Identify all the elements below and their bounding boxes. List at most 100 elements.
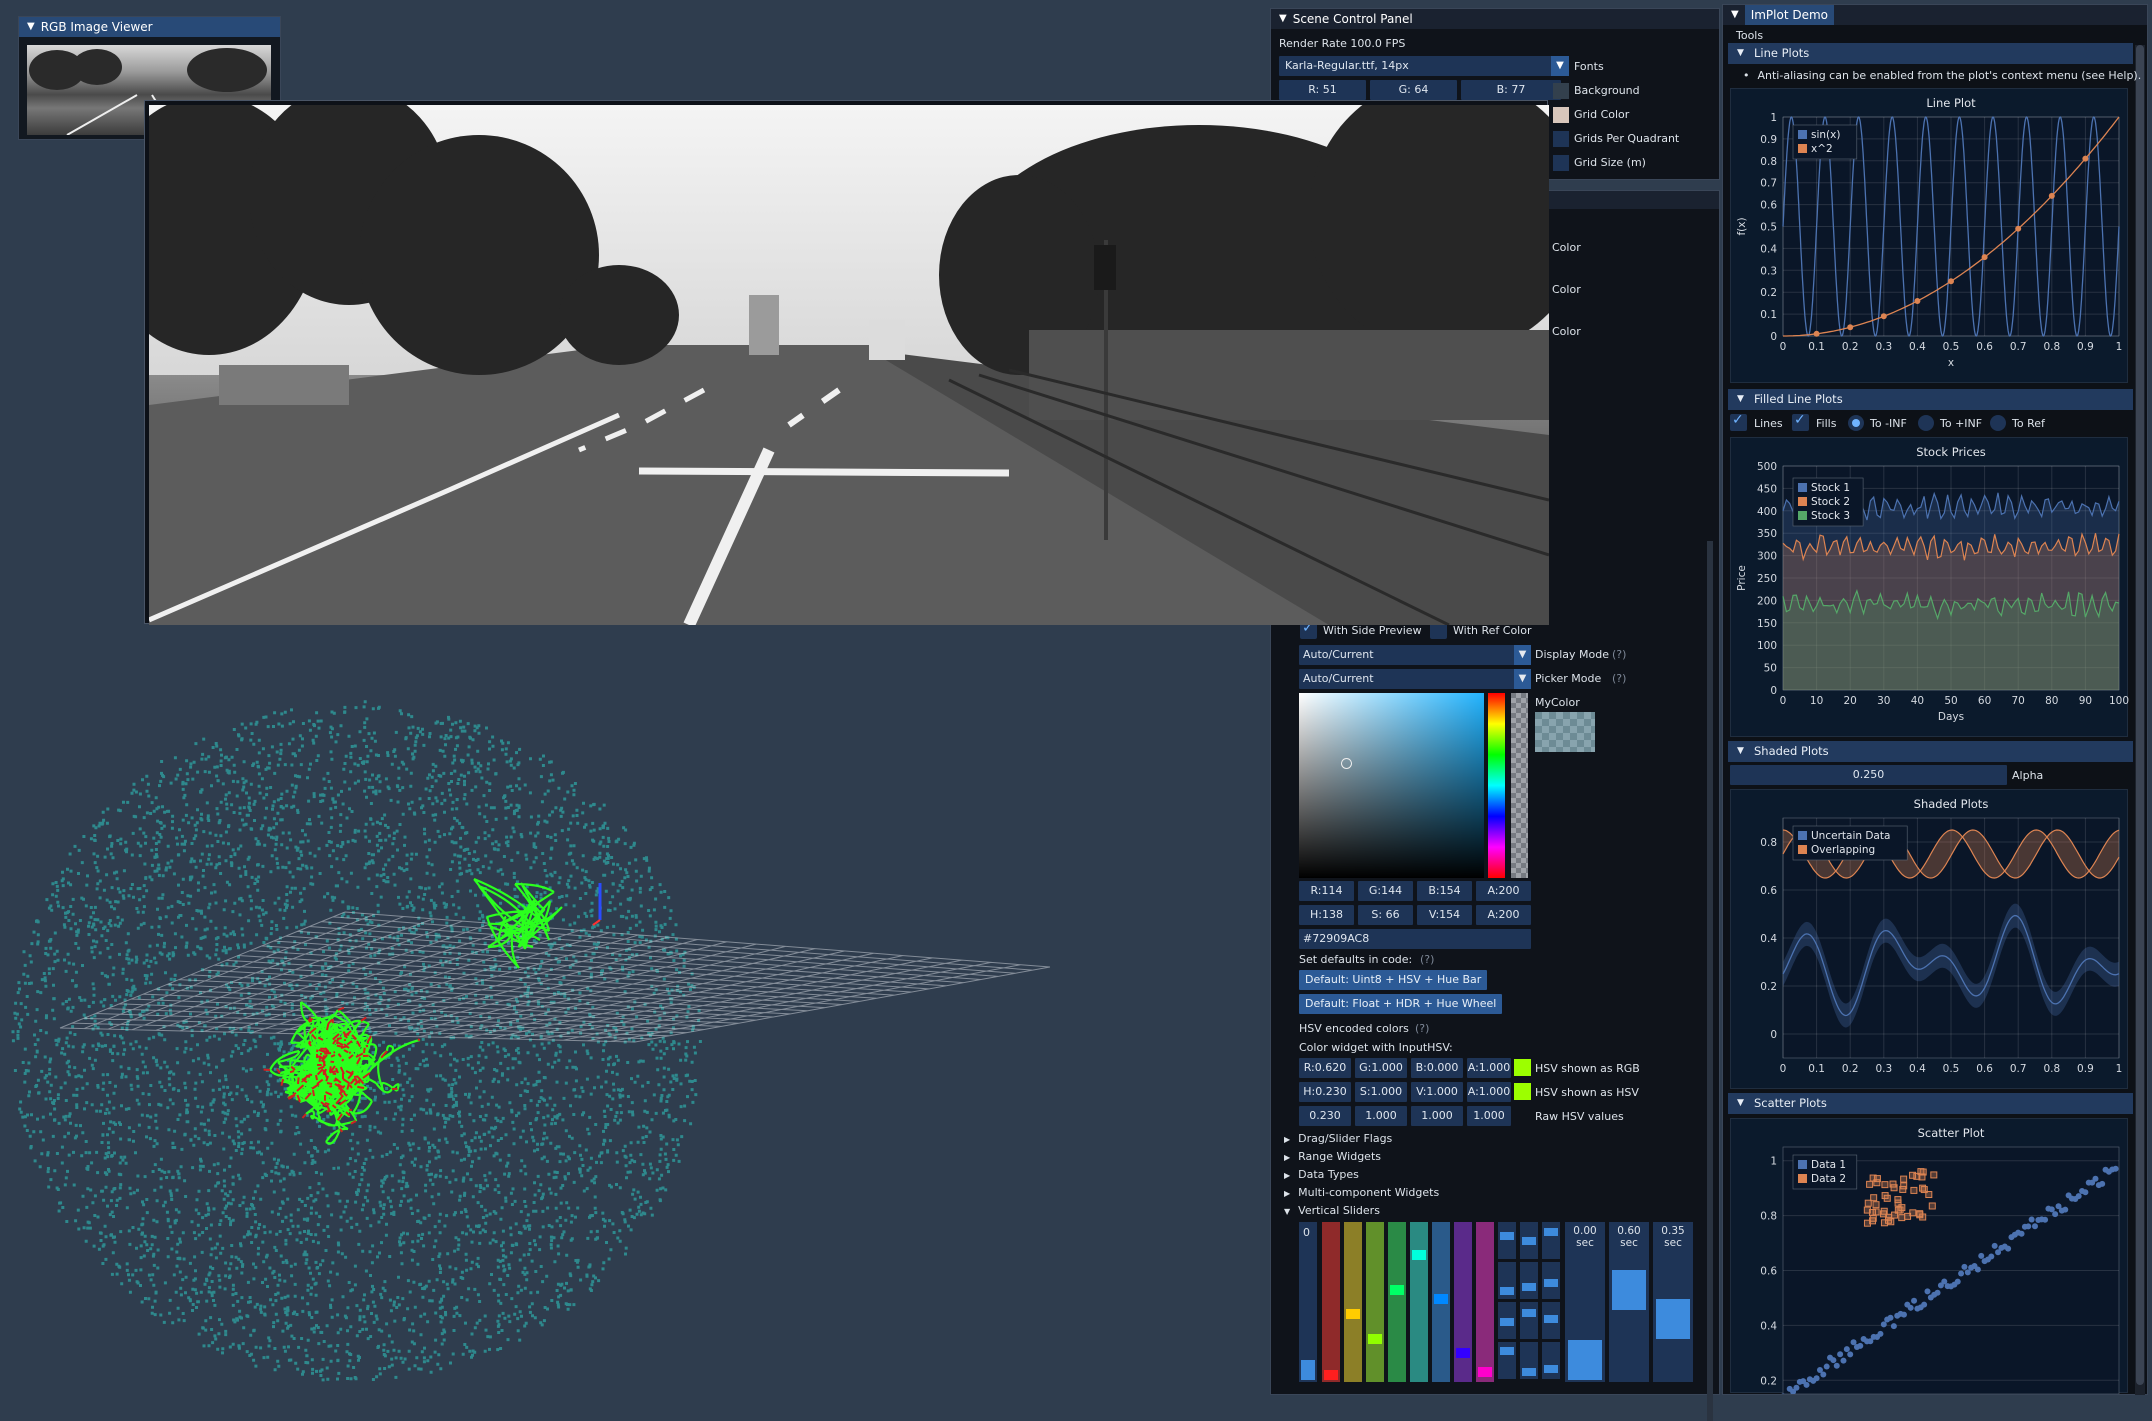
hsv-hsv-v[interactable]: V:1.000: [1411, 1082, 1463, 1102]
vslider-grab[interactable]: [1346, 1308, 1360, 1319]
collapse-icon[interactable]: ▼: [27, 17, 35, 37]
scatter-plot-frame[interactable]: Scatter Plot 0.2 0.4 0.6 0.8 1 Data 1 Data 2: [1730, 1118, 2129, 1401]
scrollbar[interactable]: [2135, 45, 2145, 1395]
chevron-down-icon[interactable]: ▼: [1551, 56, 1569, 76]
lines-checkbox[interactable]: [1730, 412, 1747, 431]
raw-s[interactable]: 1.000: [1355, 1106, 1407, 1126]
help-marker[interactable]: (?): [1612, 648, 1626, 661]
vslider-grab[interactable]: [1544, 1279, 1558, 1287]
vslider-grab[interactable]: [1522, 1309, 1536, 1317]
hsv-rgb-swatch[interactable]: [1514, 1059, 1531, 1076]
small-vslider[interactable]: [1520, 1302, 1538, 1339]
collapse-icon[interactable]: ▼: [1279, 9, 1287, 29]
hsv-hsv-h[interactable]: H:0.230: [1299, 1082, 1351, 1102]
bg-blue-field[interactable]: B: 77: [1461, 80, 1561, 100]
raw-h[interactable]: 0.230: [1299, 1106, 1351, 1126]
help-marker[interactable]: (?): [1612, 672, 1626, 685]
stock-prices-chart[interactable]: Stock Prices 0 10 20 30 40 50 60 70 80 90 100 0 50 100…: [1731, 438, 2129, 738]
vslider-grab[interactable]: [1412, 1250, 1426, 1261]
vslider-grab[interactable]: [1500, 1317, 1514, 1326]
small-vslider[interactable]: [1542, 1262, 1560, 1299]
tree-data-types[interactable]: Data Types: [1284, 1168, 1359, 1181]
fills-checkbox[interactable]: [1792, 412, 1809, 431]
camera-image-window[interactable]: [144, 100, 1549, 625]
tree-vertical-sliders[interactable]: Vertical Sliders: [1284, 1204, 1380, 1217]
vslider-grab[interactable]: [1390, 1285, 1404, 1296]
small-vslider[interactable]: [1520, 1262, 1538, 1299]
small-vslider[interactable]: [1542, 1222, 1560, 1259]
scrollbar[interactable]: [1707, 541, 1713, 1421]
vslider-grab[interactable]: [1500, 1286, 1514, 1295]
display-mode-select[interactable]: Auto/Current: [1299, 645, 1531, 665]
hsv-hsv-s[interactable]: S:1.000: [1355, 1082, 1407, 1102]
line-plot-frame[interactable]: Line Plot 0 0.1 0.2 0.3 0.4 0.5 0.6 0.7 0.8 0.9 1 0 0…: [1730, 88, 2128, 383]
grid-color-swatch[interactable]: [1553, 107, 1569, 123]
scatter-plots-header[interactable]: Scatter Plots: [1728, 1093, 2133, 1114]
shaded-plots-header[interactable]: Shaded Plots: [1728, 741, 2133, 762]
vslider-grab[interactable]: [1434, 1294, 1448, 1305]
color-vslider-6[interactable]: [1432, 1222, 1450, 1382]
scrollbar-thumb[interactable]: [2136, 45, 2144, 1385]
hsv-rgb-g[interactable]: G:1.000: [1355, 1058, 1407, 1078]
scatter-plot-chart[interactable]: Scatter Plot 0.2 0.4 0.6 0.8 1 Data 1 Data 2: [1731, 1119, 2129, 1401]
to-ref-radio[interactable]: [1990, 415, 2006, 431]
rgba-g-field[interactable]: G:144: [1358, 881, 1413, 901]
vslider-grab[interactable]: [1301, 1360, 1315, 1380]
color-vslider-5[interactable]: [1410, 1222, 1428, 1382]
hsva-a-field[interactable]: A:200: [1476, 905, 1531, 925]
alpha-bar[interactable]: [1511, 693, 1528, 878]
color-vslider-4[interactable]: [1388, 1222, 1406, 1382]
raw-a[interactable]: 1.000: [1467, 1106, 1511, 1126]
shaded-plots-chart[interactable]: Shaded Plots 0 0.1 0.2 0.3 0.4 0.5 0.6 0.7 0.8 0.9…: [1731, 790, 2129, 1090]
small-vslider[interactable]: [1542, 1302, 1560, 1339]
vslider-grab[interactable]: [1544, 1227, 1558, 1236]
implot-titlebar[interactable]: ▼ ImPlot Demo: [1723, 5, 2147, 25]
hsva-v-field[interactable]: V:154: [1417, 905, 1472, 925]
sec-vslider-2[interactable]: 0.60 sec: [1609, 1222, 1649, 1382]
hue-bar[interactable]: [1488, 693, 1505, 878]
vslider-grab[interactable]: [1656, 1299, 1690, 1340]
collapse-icon[interactable]: ▼: [1731, 5, 1739, 25]
line-plot-chart[interactable]: Line Plot 0 0.1 0.2 0.3 0.4 0.5 0.6 0.7 0.8 0.9 1 0 0…: [1731, 89, 2129, 384]
filled-line-plots-header[interactable]: Filled Line Plots: [1728, 389, 2133, 410]
vslider-int[interactable]: 0: [1299, 1222, 1317, 1382]
chevron-down-icon[interactable]: ▼: [1514, 669, 1531, 689]
color-vslider-8[interactable]: [1476, 1222, 1494, 1382]
bg-red-field[interactable]: R: 51: [1279, 80, 1366, 100]
hsv-hsv-a[interactable]: A:1.000: [1467, 1082, 1511, 1102]
saturation-value-square[interactable]: [1299, 693, 1484, 878]
hsva-s-field[interactable]: S: 66: [1358, 905, 1413, 925]
tools-menu[interactable]: Tools: [1736, 29, 1763, 42]
stock-plot-frame[interactable]: Stock Prices 0 10 20 30 40 50 60 70 80 90 100 0 50 100…: [1730, 437, 2129, 738]
default-uint8-button[interactable]: Default: Uint8 + HSV + Hue Bar: [1299, 970, 1488, 990]
3d-scene-viewport[interactable]: [0, 620, 1270, 1395]
hsv-rgb-a[interactable]: A:1.000: [1467, 1058, 1511, 1078]
sec-vslider-3[interactable]: 0.35 sec: [1653, 1222, 1693, 1382]
vslider-grab[interactable]: [1500, 1231, 1514, 1240]
vslider-grab[interactable]: [1324, 1370, 1338, 1380]
line-plots-header[interactable]: Line Plots: [1728, 43, 2133, 64]
help-marker[interactable]: (?): [1420, 953, 1434, 966]
tree-multi-component[interactable]: Multi-component Widgets: [1284, 1186, 1439, 1199]
small-vslider[interactable]: [1520, 1342, 1538, 1379]
color-vslider-7[interactable]: [1454, 1222, 1472, 1382]
to-neg-inf-radio[interactable]: [1848, 415, 1864, 431]
sec-vslider-1[interactable]: 0.00 sec: [1565, 1222, 1605, 1382]
font-select[interactable]: Karla-Regular.ttf, 14px: [1279, 56, 1564, 76]
rgba-r-field[interactable]: R:114: [1299, 881, 1354, 901]
grid-size-input[interactable]: [1553, 155, 1569, 171]
scene-panel-titlebar[interactable]: ▼ Scene Control Panel: [1271, 9, 1719, 29]
picker-mode-select[interactable]: Auto/Current: [1299, 669, 1531, 689]
color-vslider-2[interactable]: [1344, 1222, 1362, 1382]
hex-field[interactable]: #72909AC8: [1299, 929, 1531, 949]
small-vslider[interactable]: [1498, 1222, 1516, 1259]
bg-green-field[interactable]: G: 64: [1370, 80, 1457, 100]
vslider-grab[interactable]: [1500, 1346, 1514, 1355]
alpha-slider[interactable]: 0.250: [1730, 765, 2007, 785]
picker-cursor[interactable]: [1341, 758, 1352, 769]
rgba-b-field[interactable]: B:154: [1417, 881, 1472, 901]
rgba-a-field[interactable]: A:200: [1476, 881, 1531, 901]
default-float-button[interactable]: Default: Float + HDR + Hue Wheel: [1299, 994, 1503, 1014]
hsv-rgb-b[interactable]: B:0.000: [1411, 1058, 1463, 1078]
chevron-down-icon[interactable]: ▼: [1514, 645, 1531, 665]
